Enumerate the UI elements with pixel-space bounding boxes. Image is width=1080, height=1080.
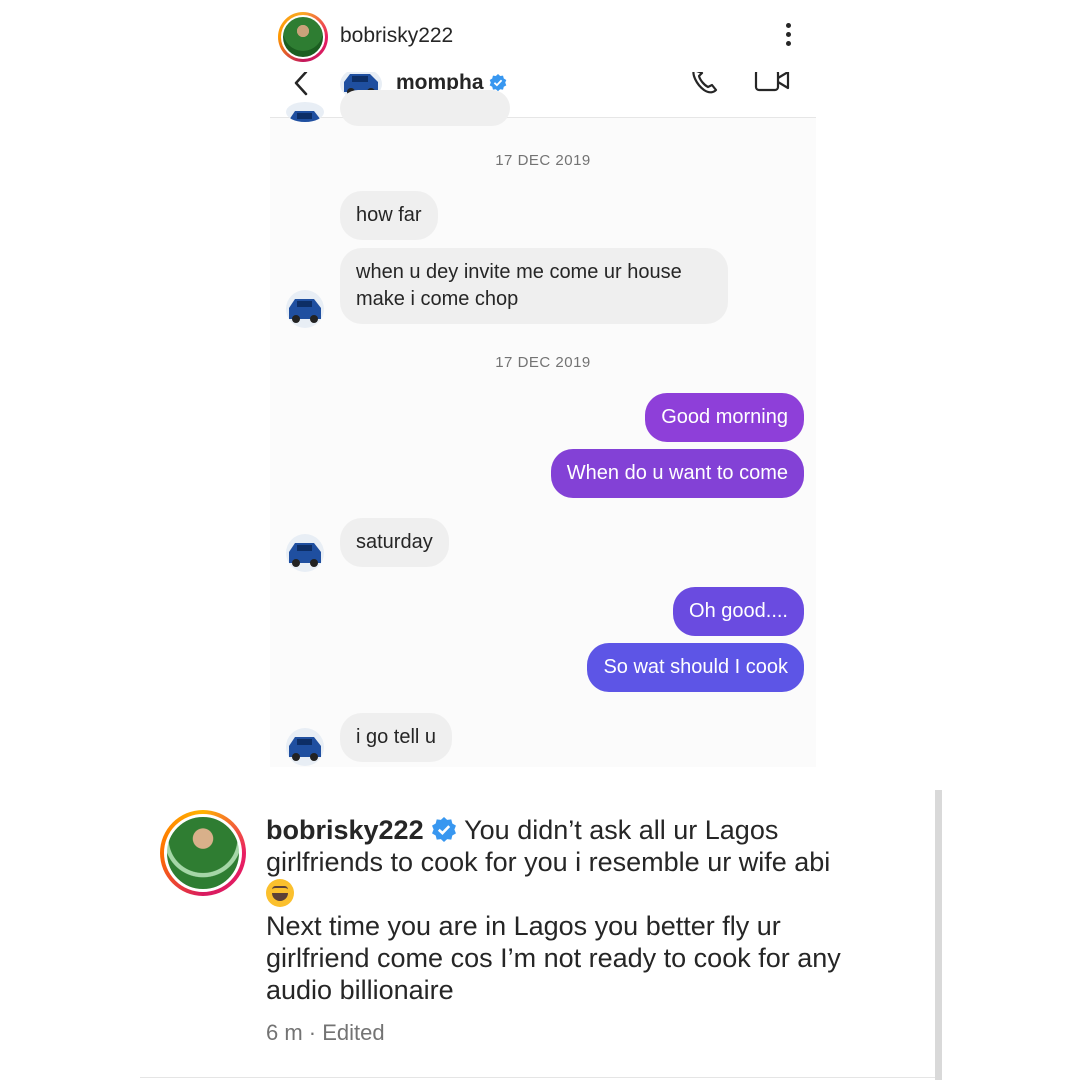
outgoing-message: So wat should I cook [587,643,804,692]
caption-line: Next time you are in Lagos you better fl… [266,911,781,941]
peer-avatar [286,290,324,328]
caption-text: bobrisky222 You didn’t ask all ur Lagos … [266,814,906,1006]
caption-timestamp: 6 m · Edited [266,1020,385,1045]
incoming-message: i go tell u [340,713,453,762]
message-bubble-partial [340,90,510,126]
dm-screenshot: mompha 17 DEC 2019 how far when u dey in… [270,72,816,767]
caption-author-avatar[interactable] [160,810,246,896]
peer-avatar [286,102,324,122]
caption-line: girlfriends to cook for you i resemble u… [266,847,831,877]
incoming-message: saturday [340,518,449,567]
peer-avatar [286,534,324,572]
caption-line: audio billionaire [266,975,454,1005]
message-line: make i come chop [356,288,519,310]
peer-avatar [286,728,324,766]
caption-username[interactable]: bobrisky222 [266,815,424,845]
post-author-username[interactable]: bobrisky222 [340,24,453,48]
more-options-icon[interactable] [778,20,798,52]
caption-line: girlfriend come cos I’m not ready to coo… [266,943,841,973]
divider [140,1077,935,1078]
incoming-message: how far [340,191,438,240]
phone-call-icon[interactable] [688,72,722,101]
message-line: when u dey invite me come ur house [356,261,682,283]
back-arrow-icon[interactable] [288,72,318,104]
laughing-emoji-icon [266,879,294,907]
outgoing-message: Good morning [645,393,804,442]
scrollbar[interactable] [935,790,942,1080]
outgoing-message: When do u want to come [550,449,804,498]
verified-badge-icon [432,817,457,842]
post-author-avatar[interactable] [278,12,328,62]
video-call-icon[interactable] [754,72,794,99]
date-separator: 17 DEC 2019 [495,152,591,169]
incoming-message: when u dey invite me come ur house make … [340,248,728,324]
date-separator: 17 DEC 2019 [495,354,591,371]
caption-line: You didn’t ask all ur Lagos [464,815,779,845]
outgoing-message: Oh good.... [673,587,804,636]
post-header: bobrisky222 [270,0,816,72]
